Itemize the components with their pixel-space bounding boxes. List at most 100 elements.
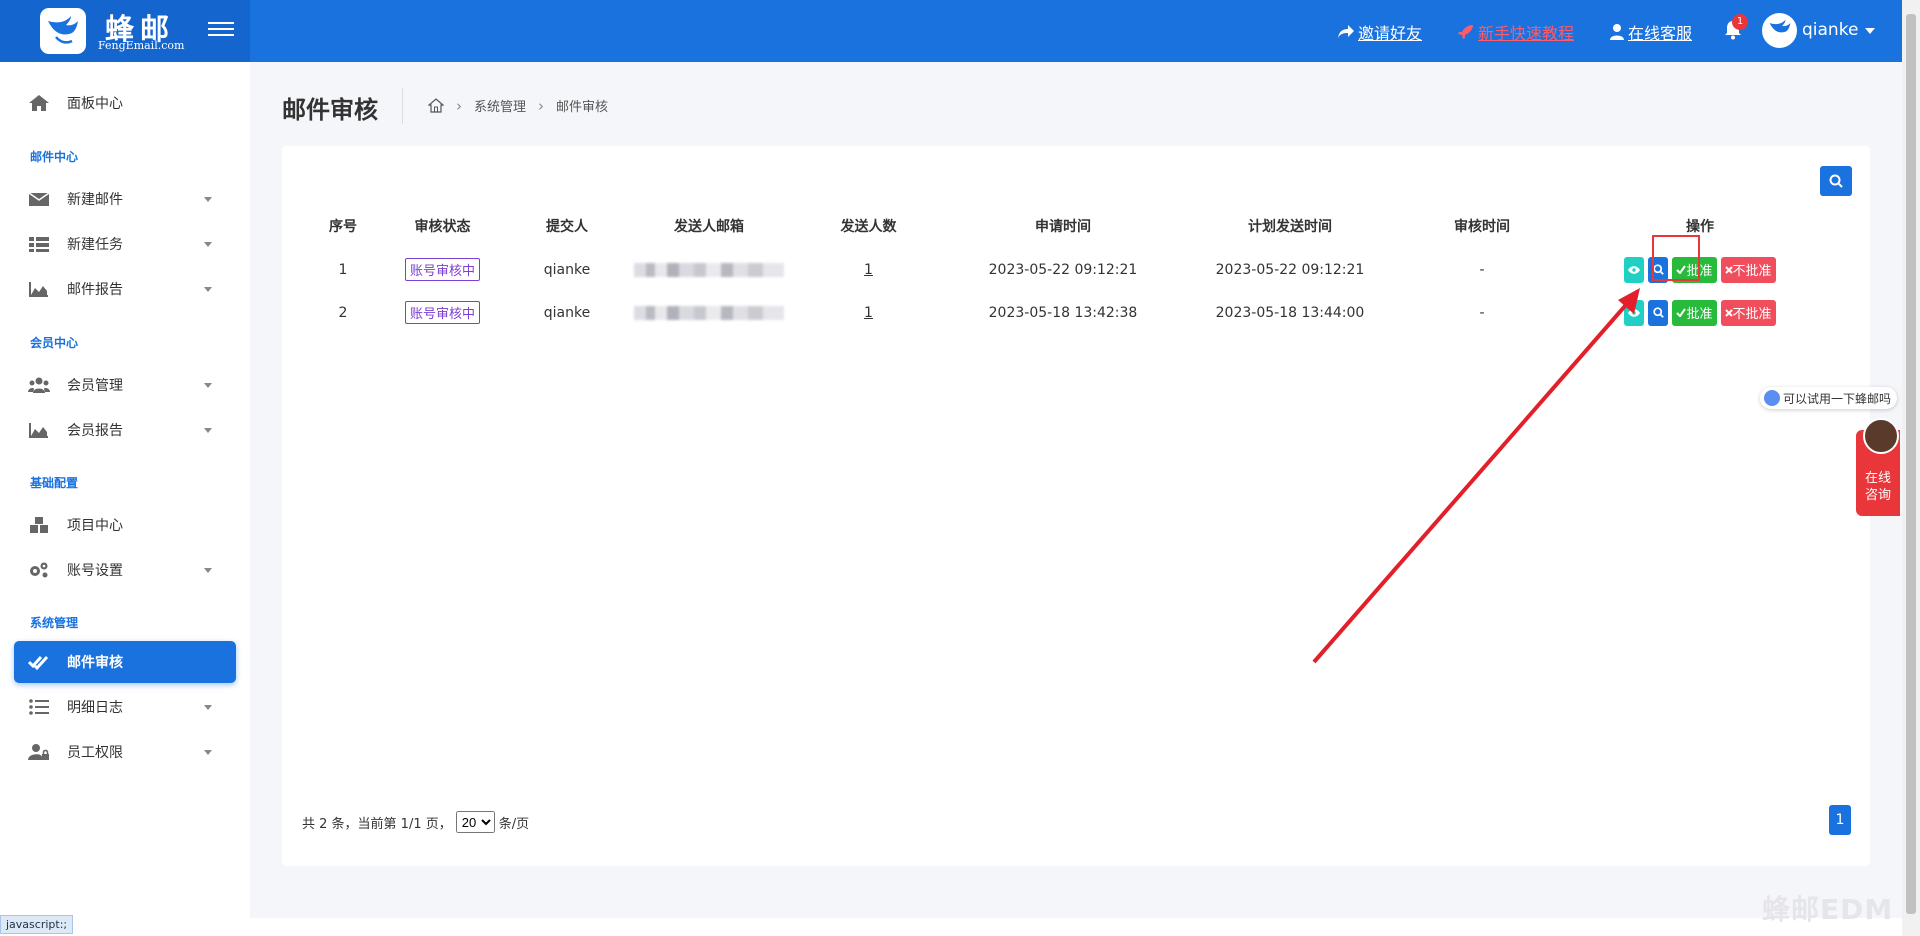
section-mail-center: 邮件中心 <box>30 150 79 164</box>
share-icon <box>1338 25 1354 38</box>
send-count-link[interactable]: 1 <box>864 305 873 321</box>
count-cell: 1 <box>785 248 952 291</box>
reject-button[interactable]: 不批准 <box>1720 299 1776 326</box>
home-icon[interactable] <box>428 98 444 113</box>
user-icon <box>1610 24 1624 40</box>
scroll-thumb[interactable] <box>1906 14 1916 914</box>
sidebar-item-label: 邮件审核 <box>67 655 123 671</box>
col-send-count: 发送人数 <box>840 219 897 235</box>
sidebar-item-mail-review[interactable]: 邮件审核 <box>14 641 236 683</box>
col-submitter: 提交人 <box>546 219 588 235</box>
sidebar-item-mail-report[interactable]: 邮件报告 <box>14 268 236 310</box>
page-title: 邮件审核 <box>282 96 378 124</box>
sidebar-item-label: 新建任务 <box>67 237 123 253</box>
chevron-down-icon[interactable] <box>1865 28 1875 34</box>
area-chart-icon <box>29 423 48 438</box>
sidebar-item-label: 明细日志 <box>67 700 123 716</box>
notification-badge: 1 <box>1732 14 1748 30</box>
consult-line-2: 咨询 <box>1864 488 1891 503</box>
avatar[interactable] <box>1762 13 1797 48</box>
list-icon <box>29 699 49 715</box>
chevron-right-icon: › <box>538 96 545 115</box>
sidebar-item-project-center[interactable]: 项目中心 <box>14 504 236 546</box>
bird-logo-icon <box>48 16 78 44</box>
tutorial-link[interactable]: 新手快速教程 <box>1458 20 1574 44</box>
table-header-row: 序号 审核状态 提交人 发送人邮箱 发送人数 申请时间 计划发送时间 审核时间 … <box>302 204 1842 248</box>
online-support-link[interactable]: 在线客服 <box>1610 20 1692 44</box>
col-index: 序号 <box>329 219 357 235</box>
sidebar-item-staff-perm[interactable]: 员工权限 <box>14 731 236 773</box>
col-actions: 操作 <box>1686 219 1714 235</box>
page-size-select[interactable]: 20 <box>455 811 495 833</box>
chevron-down-icon <box>204 383 212 388</box>
sidebar-item-new-mail[interactable]: 新建邮件 <box>14 178 236 220</box>
row-submitter: qianke <box>543 261 591 278</box>
row-apply-time: 2023-05-18 13:42:38 <box>988 304 1138 321</box>
breadcrumb-item-system[interactable]: 系统管理 <box>474 96 526 115</box>
online-consult-tab[interactable]: 在线 咨询 <box>1856 418 1900 516</box>
page-number-button[interactable]: 1 <box>1829 805 1851 835</box>
search-button[interactable] <box>1820 166 1852 196</box>
support-label: 在线客服 <box>1628 24 1693 43</box>
chevron-down-icon <box>204 287 212 292</box>
double-check-icon <box>28 655 49 671</box>
scrollbar[interactable] <box>1902 0 1920 936</box>
chevron-down-icon <box>204 568 212 573</box>
sidebar-item-member-mgmt[interactable]: 会员管理 <box>14 364 236 406</box>
sidebar-item-member-report[interactable]: 会员报告 <box>14 409 236 451</box>
reject-button[interactable]: 不批准 <box>1720 256 1776 283</box>
chat-icon <box>1764 390 1780 406</box>
status-bar-url: javascript:; <box>0 915 74 934</box>
sidebar: 面板中心 邮件中心 新建邮件 新建任务 邮件报告 会员中心 会员管理 会员报告 … <box>0 62 250 936</box>
send-count-link[interactable]: 1 <box>864 262 873 278</box>
chevron-down-icon <box>204 705 212 710</box>
menu-toggle-icon[interactable] <box>208 18 234 44</box>
col-send-time: 计划发送时间 <box>1248 219 1332 235</box>
breadcrumb: › 系统管理 › 邮件审核 <box>428 96 608 115</box>
sidebar-item-new-task[interactable]: 新建任务 <box>14 223 236 265</box>
logo <box>40 8 86 54</box>
status-cell: 账号审核中 <box>384 291 501 334</box>
sidebar-item-label: 新建邮件 <box>67 192 123 208</box>
pager-summary-text: 共 2 条，当前第 1/1 页， <box>302 816 452 832</box>
row-submitter: qianke <box>543 304 591 321</box>
status-badge[interactable]: 账号审核中 <box>404 258 480 281</box>
col-status: 审核状态 <box>414 219 471 235</box>
section-member-center: 会员中心 <box>30 336 79 350</box>
preview-button[interactable] <box>1624 256 1645 283</box>
sidebar-item-label: 会员管理 <box>67 378 123 394</box>
user-name[interactable]: qianke <box>1802 20 1858 40</box>
sidebar-item-label: 会员报告 <box>67 423 123 439</box>
consult-label: 在线 咨询 <box>1856 470 1900 504</box>
invite-friends-link[interactable]: 邀请好友 <box>1338 20 1422 44</box>
col-review-time: 审核时间 <box>1454 219 1510 235</box>
area-chart-icon <box>29 282 48 297</box>
chevron-down-icon <box>204 197 212 202</box>
email-cell <box>633 248 785 291</box>
user-lock-icon <box>28 744 49 760</box>
bird-avatar-icon <box>1769 19 1791 33</box>
trial-chat-bubble[interactable]: 可以试用一下蜂邮吗 <box>1760 387 1898 409</box>
approve-label: 批准 <box>1686 307 1713 322</box>
tutorial-label: 新手快速教程 <box>1478 24 1575 43</box>
blurred-email <box>634 262 784 277</box>
sidebar-item-account-settings[interactable]: 账号设置 <box>14 549 236 591</box>
row-actions: 批准 不批准 <box>1624 256 1776 283</box>
pager-summary: 共 2 条，当前第 1/1 页， 20 条/页 <box>302 811 529 833</box>
status-badge[interactable]: 账号审核中 <box>404 301 480 324</box>
users-icon <box>28 377 50 393</box>
row-index: 1 <box>338 261 348 278</box>
sidebar-item-detail-log[interactable]: 明细日志 <box>14 686 236 728</box>
sidebar-item-dashboard[interactable]: 面板中心 <box>14 82 236 124</box>
approve-button[interactable]: 批准 <box>1672 299 1717 326</box>
chevron-down-icon <box>204 428 212 433</box>
sidebar-item-label: 邮件报告 <box>67 282 123 298</box>
boxes-icon <box>30 517 48 533</box>
reject-label: 不批准 <box>1732 307 1772 322</box>
arrow-annotation <box>1312 288 1640 664</box>
chevron-down-icon <box>204 750 212 755</box>
reject-label: 不批准 <box>1732 264 1772 279</box>
breadcrumb-item-current: 邮件审核 <box>556 100 609 115</box>
envelope-icon <box>28 192 50 206</box>
sidebar-item-label: 账号设置 <box>67 563 123 579</box>
